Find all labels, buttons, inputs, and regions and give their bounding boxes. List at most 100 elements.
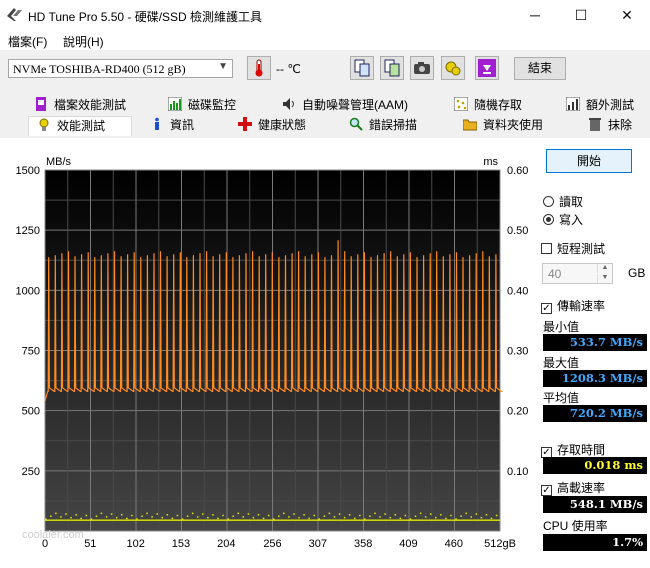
transfer-rate-checkbox[interactable]: ✓ 傳輸速率: [541, 297, 606, 314]
tab-label: 磁碟監控: [188, 98, 237, 112]
tab-random-access[interactable]: 隨機存取: [454, 96, 522, 116]
download-button[interactable]: [475, 56, 499, 80]
access-time-point: [409, 518, 412, 520]
access-time-point: [495, 514, 498, 517]
options-icon: [445, 61, 461, 76]
access-time-point: [136, 518, 138, 520]
short-test-size-input[interactable]: 40 ▲ ▼: [542, 263, 613, 284]
checkmark-icon: ✓: [541, 303, 552, 314]
tab-label: 抹除: [608, 118, 633, 132]
screenshot-button[interactable]: [410, 56, 434, 80]
tab-file-benchmark[interactable]: 檔案效能測試: [34, 96, 126, 116]
access-time-point: [131, 514, 133, 517]
access-time-point: [232, 515, 234, 517]
info-icon: [155, 117, 159, 130]
tab-info[interactable]: 資訊: [150, 116, 194, 136]
x-tick-label: 307: [309, 538, 327, 550]
y-right-tick-label: 0.50: [507, 225, 528, 237]
access-time-point: [262, 517, 265, 520]
maximize-button[interactable]: ☐: [558, 0, 604, 30]
access-time-point: [293, 513, 295, 515]
access-time-point: [353, 517, 356, 520]
drive-select[interactable]: NVMe TOSHIBA-RD400 (512 gB) ▼: [8, 59, 233, 78]
tab-folder-usage[interactable]: 資料夾使用: [463, 116, 543, 136]
access-time-point: [181, 518, 184, 520]
tab-label: 檔案效能測試: [54, 98, 127, 112]
menu-file[interactable]: 檔案(F): [8, 33, 47, 50]
access-time-point: [348, 514, 351, 516]
access-time-point: [176, 514, 179, 517]
tab-row-1: 檔案效能測試 磁碟監控 自動噪聲管理(AAM) 隨機存取 額外測試: [0, 96, 650, 116]
tab-erase[interactable]: 抹除: [588, 116, 632, 136]
burst-rate-checkbox[interactable]: ✓ 高載速率: [541, 479, 606, 496]
copy-screenshot-button[interactable]: [380, 56, 404, 80]
start-button[interactable]: 開始: [546, 149, 632, 173]
exit-button[interactable]: 結束: [514, 57, 566, 80]
read-radio[interactable]: 讀取: [543, 193, 633, 209]
access-time-point: [55, 512, 57, 515]
write-radio[interactable]: 寫入: [543, 211, 633, 227]
access-time-point: [65, 513, 67, 515]
tab-benchmark[interactable]: 效能測試: [28, 116, 132, 136]
access-time-point: [440, 514, 442, 516]
access-time-point: [120, 514, 123, 516]
thermometer-button[interactable]: [247, 56, 271, 80]
access-time-point: [450, 514, 452, 517]
temperature-readout: -- ℃: [276, 62, 301, 76]
spin-up-icon[interactable]: ▲: [597, 264, 612, 273]
access-time-point: [338, 513, 341, 515]
tab-disk-monitor[interactable]: 磁碟監控: [168, 96, 236, 116]
transfer-rate-label: 傳輸速率: [557, 299, 606, 313]
access-time-point: [75, 514, 77, 516]
x-tick-label: 409: [399, 538, 417, 550]
spin-down-icon[interactable]: ▼: [597, 274, 612, 283]
short-test-label: 短程測試: [557, 242, 606, 256]
tab-aam[interactable]: 自動噪聲管理(AAM): [282, 96, 408, 116]
access-time-point: [156, 513, 158, 515]
x-tick-label: 460: [445, 538, 463, 550]
menu-help[interactable]: 說明(H): [63, 33, 104, 50]
options-button[interactable]: [441, 56, 465, 80]
access-time-point: [105, 516, 108, 518]
x-tick-label: 204: [217, 538, 235, 550]
access-time-point: [384, 513, 386, 515]
drive-select-value: NVMe TOSHIBA-RD400 (512 gB): [13, 62, 186, 76]
watermark: coolaler.com: [22, 529, 84, 541]
access-time-point: [323, 515, 326, 517]
access-time-point: [196, 516, 199, 518]
hdtune-logo-icon: [7, 8, 22, 21]
tab-label: 自動噪聲管理(AAM): [302, 98, 408, 112]
access-time-point: [95, 515, 98, 517]
access-time-point: [252, 516, 255, 519]
tab-error-scan[interactable]: 錯誤掃描: [349, 116, 417, 136]
copy-info-button[interactable]: [350, 56, 374, 80]
burst-rate-label: 高載速率: [557, 481, 606, 495]
short-test-checkbox[interactable]: 短程測試: [541, 240, 605, 256]
access-time-point: [435, 516, 437, 519]
access-time-point: [151, 516, 153, 518]
write-label: 寫入: [559, 213, 584, 227]
random-access-icon: [454, 97, 468, 111]
access-time-point: [237, 512, 239, 515]
access-time-point: [257, 514, 260, 516]
disk-monitor-icon: [168, 97, 182, 111]
access-time-point: [141, 515, 143, 517]
tab-health[interactable]: 健康狀態: [238, 116, 306, 136]
close-button[interactable]: ✕: [604, 0, 650, 30]
tab-extra-tests[interactable]: 額外測試: [566, 96, 634, 116]
access-time-point: [227, 518, 229, 520]
cpu-usage-value: 1.7%: [543, 534, 647, 551]
access-time-value: 0.018 ms: [543, 457, 647, 474]
access-time-checkbox[interactable]: ✓ 存取時間: [541, 441, 605, 458]
access-time-point: [318, 518, 321, 520]
access-time-point: [399, 517, 402, 520]
thermometer-icon: [255, 59, 263, 77]
x-tick-label: 102: [126, 538, 144, 550]
access-time-point: [191, 512, 194, 515]
x-tick-label: 51: [84, 538, 96, 550]
tab-label: 隨機存取: [474, 98, 523, 112]
file-benchmark-icon: [36, 97, 46, 111]
access-time-point: [445, 517, 447, 520]
access-time-point: [60, 516, 62, 518]
minimize-button[interactable]: ─: [512, 0, 558, 30]
